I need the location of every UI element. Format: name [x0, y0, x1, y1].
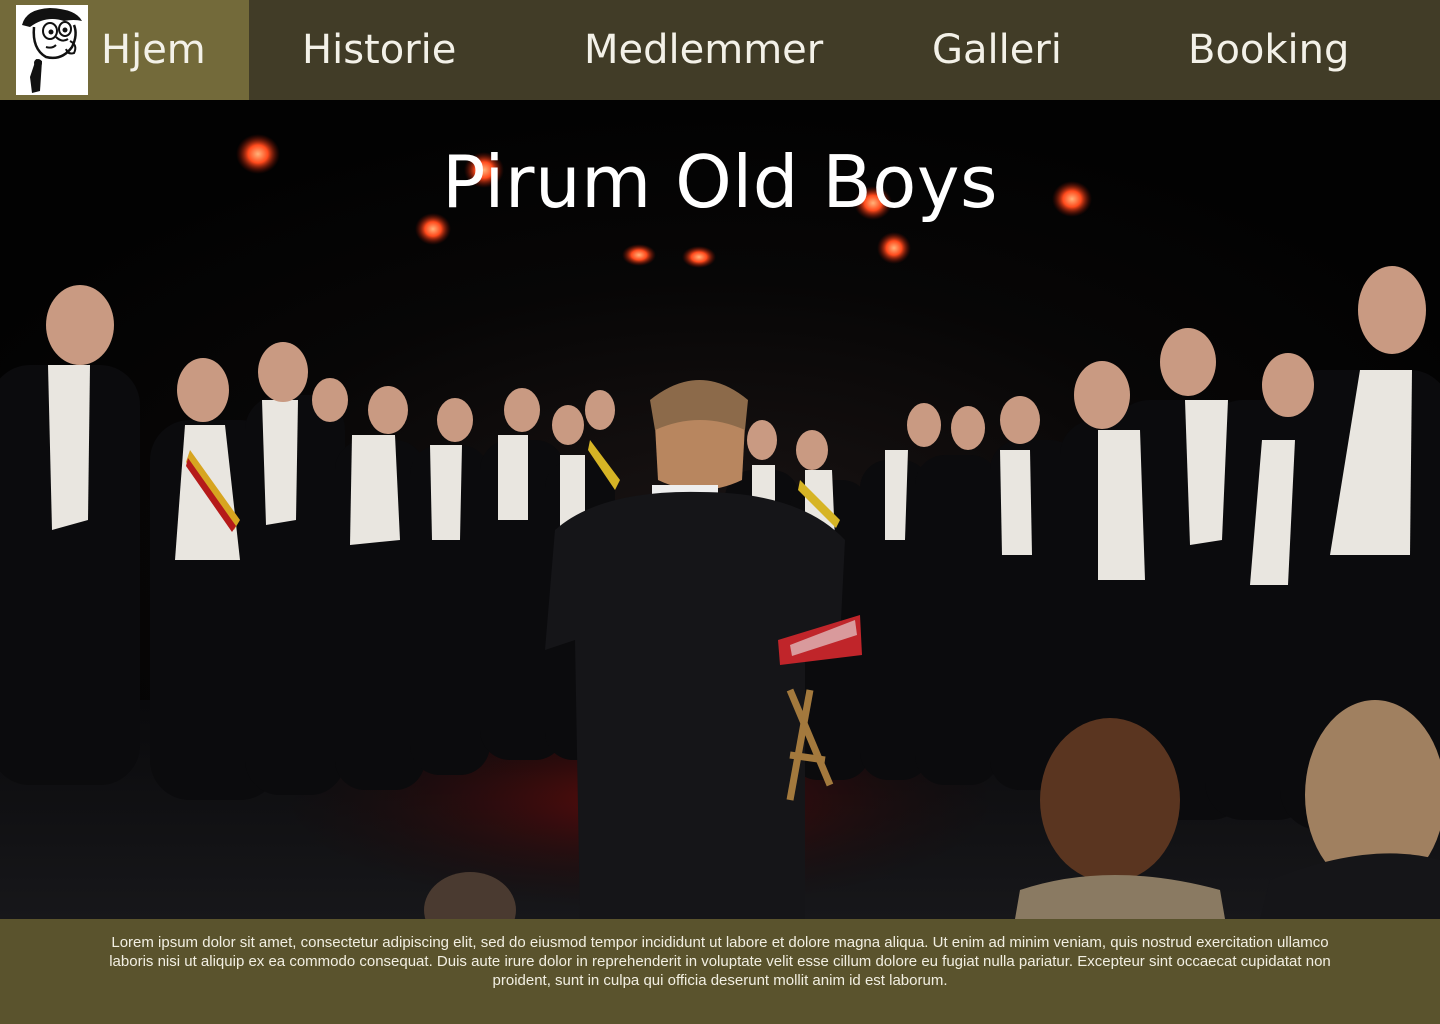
nav-item-home[interactable]: Hjem — [101, 0, 206, 100]
hero-image: Pirum Old Boys — [0, 100, 1440, 919]
nav-item-gallery[interactable]: Galleri — [932, 0, 1062, 100]
stage-light — [877, 232, 911, 264]
footer-text: Lorem ipsum dolor sit amet, consectetur … — [109, 934, 1331, 989]
nav-item-members[interactable]: Medlemmer — [584, 0, 823, 100]
nav-item-home-active[interactable]: Hjem — [0, 0, 249, 100]
nav-item-booking[interactable]: Booking — [1188, 0, 1349, 100]
footer: Lorem ipsum dolor sit amet, consectetur … — [0, 919, 1440, 1024]
nav-item-history[interactable]: Historie — [302, 0, 456, 100]
hero-title: Pirum Old Boys — [442, 140, 998, 224]
top-navigation: Hjem Historie Medlemmer Galleri Booking — [0, 0, 1440, 100]
stage-light — [682, 246, 716, 268]
cartoon-character-logo-icon[interactable] — [16, 5, 88, 95]
stage-light — [622, 244, 656, 266]
